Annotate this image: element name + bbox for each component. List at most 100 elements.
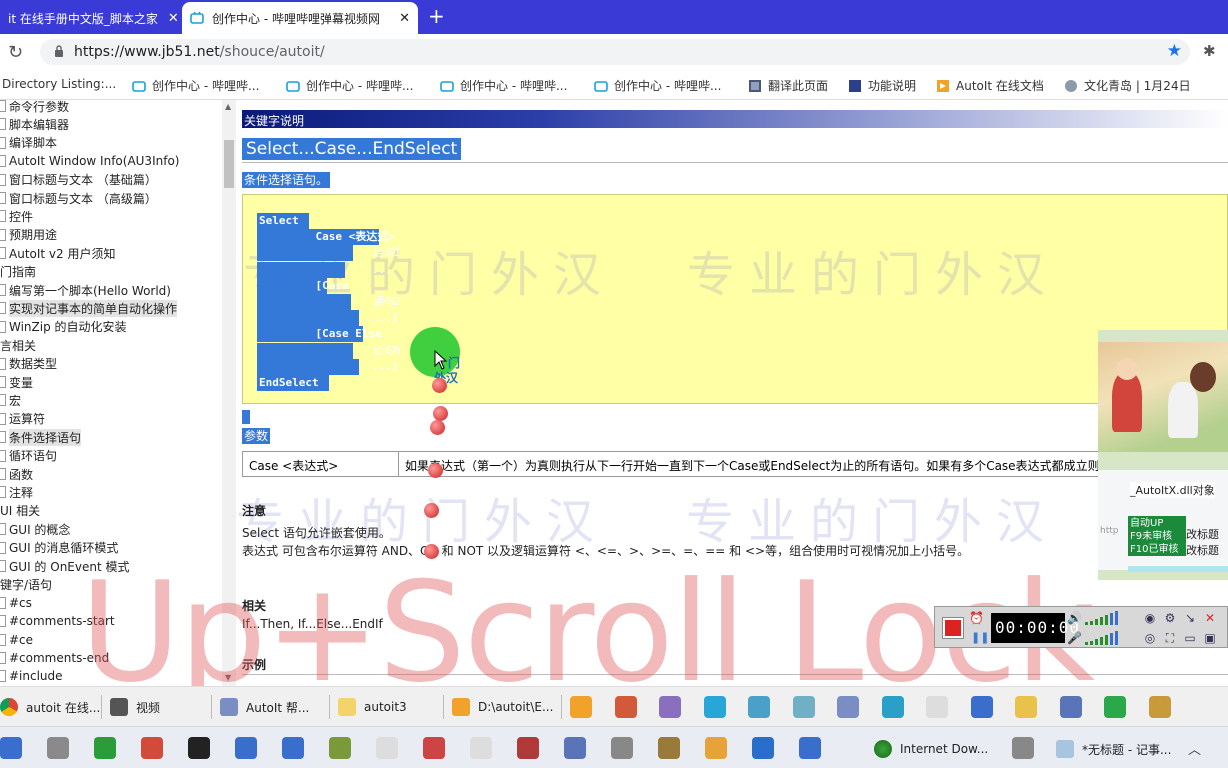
sidebar-item[interactable]: 运算符 xyxy=(0,410,45,428)
sidebar-item[interactable]: #ce xyxy=(0,631,33,649)
rename-title-button[interactable]: 改标题 xyxy=(1186,542,1228,558)
speaker-volume-meter[interactable] xyxy=(1085,611,1118,625)
sidebar-item[interactable]: 编写第一个脚本(Hello World) xyxy=(0,281,171,299)
sidebar-item[interactable]: 门指南 xyxy=(0,263,36,281)
pinned-app-icon[interactable] xyxy=(470,737,492,759)
sidebar-item[interactable]: 注释 xyxy=(0,483,33,501)
bookmark-feature-desc[interactable]: 功能说明 xyxy=(848,77,916,94)
pinned-app-icon[interactable] xyxy=(376,737,398,759)
mic-volume-meter[interactable] xyxy=(1085,631,1118,645)
pinned-app-icon[interactable] xyxy=(570,696,592,718)
taskbar-notepad[interactable]: *无标题 - 记事... xyxy=(1056,733,1176,765)
sidebar-item[interactable]: UI 相关 xyxy=(0,502,40,520)
sidebar-item[interactable]: 数据类型 xyxy=(0,355,57,373)
bookmark-star-icon[interactable]: ★ xyxy=(1167,41,1182,61)
tab-close-icon[interactable]: ✕ xyxy=(158,11,178,26)
pinned-app-icon[interactable] xyxy=(614,696,637,718)
record-stop-button[interactable] xyxy=(942,617,964,639)
pinned-app-icon[interactable] xyxy=(1059,696,1082,718)
sidebar-item[interactable]: 宏 xyxy=(0,391,21,409)
pinned-app-icon[interactable] xyxy=(881,696,904,718)
pinned-app-icon[interactable] xyxy=(705,737,727,759)
tab-bilibili-creator[interactable]: 创作中心 - 哔哩哔哩弹幕视频网 ✕ xyxy=(182,2,418,34)
settings-icon[interactable]: ⚙ xyxy=(1163,611,1177,625)
address-bar[interactable]: https://www.jb51.net/shouce/autoit/ ★ xyxy=(40,39,1190,65)
sidebar-item[interactable]: AutoIt v2 用户须知 xyxy=(0,244,115,262)
taskbar-internet-download[interactable]: Internet Dow... xyxy=(874,733,998,765)
pinned-app-icon[interactable] xyxy=(423,737,445,759)
pinned-app-icon[interactable] xyxy=(1015,696,1037,718)
bookmark-creator-3[interactable]: 创作中心 - 哔哩哔... xyxy=(440,77,567,94)
pinned-app-icon[interactable] xyxy=(47,737,69,759)
taskbar-folder-autoit3[interactable]: autoit3 xyxy=(338,691,444,723)
pinned-app-icon[interactable] xyxy=(837,696,859,718)
rename-title-button[interactable]: 改标题 xyxy=(1186,526,1228,542)
arrow-icon[interactable]: ↘ xyxy=(1183,611,1197,625)
bookmark-creator-2[interactable]: 创作中心 - 哔哩哔... xyxy=(286,77,413,94)
pinned-app-icon[interactable] xyxy=(188,737,210,759)
tray-expand-icon[interactable]: ︿ xyxy=(1188,739,1201,758)
pinned-app-icon[interactable] xyxy=(235,737,257,759)
fullscreen-icon[interactable]: ⛶ xyxy=(1163,631,1177,645)
pinned-app-icon[interactable] xyxy=(658,737,680,759)
bookmark-autoit-docs[interactable]: AutoIt 在线文档 xyxy=(936,77,1044,94)
sidebar-item[interactable]: 窗口标题与文本 （高级篇） xyxy=(0,189,157,207)
pinned-app-icon[interactable] xyxy=(1104,696,1126,718)
sidebar-item[interactable]: 实现对记事本的简单自动化操作 xyxy=(0,299,178,317)
sidebar-item[interactable]: 命令行参数 xyxy=(0,100,69,115)
sidebar-item[interactable]: AutoIt Window Info(AU3Info) xyxy=(0,152,179,170)
bookmark-creator-4[interactable]: 创作中心 - 哔哩哔... xyxy=(594,77,721,94)
pinned-app-icon[interactable] xyxy=(282,737,304,759)
pinned-app-icon[interactable] xyxy=(517,737,539,759)
pinned-app-icon[interactable] xyxy=(0,737,22,759)
sidebar-item[interactable]: 编译脚本 xyxy=(0,134,57,152)
microphone-icon[interactable]: 🎤 xyxy=(1067,631,1082,645)
window-icon[interactable]: ▭ xyxy=(1183,631,1197,645)
tab-close-icon[interactable]: ✕ xyxy=(389,11,410,26)
sidebar-item[interactable]: #include xyxy=(0,667,63,685)
pinned-app-icon[interactable] xyxy=(564,737,586,759)
reload-icon[interactable]: ↻ xyxy=(8,42,23,63)
pinned-app-icon[interactable] xyxy=(141,737,163,759)
pinned-app-icon[interactable] xyxy=(748,696,770,718)
sidebar-item[interactable]: GUI 的概念 xyxy=(0,520,70,538)
pinned-app-icon[interactable] xyxy=(329,737,351,759)
extensions-icon[interactable]: ✱ xyxy=(1203,42,1216,60)
sidebar-item[interactable]: 函数 xyxy=(0,465,33,483)
monitor-icon[interactable]: ▣ xyxy=(1203,631,1217,645)
scrollbar-thumb[interactable] xyxy=(224,140,234,188)
sidebar-item[interactable]: 控件 xyxy=(0,207,33,225)
pinned-app-icon[interactable] xyxy=(752,737,774,759)
sidebar-item[interactable]: #cs xyxy=(0,594,32,612)
sidebar-item[interactable]: 言相关 xyxy=(0,336,36,354)
pinned-app-icon[interactable] xyxy=(970,696,993,718)
pinned-app-icon[interactable] xyxy=(703,696,726,718)
camera-icon[interactable]: ◉ xyxy=(1143,611,1157,625)
sidebar-item[interactable]: 循环语句 xyxy=(0,447,57,465)
bookmark-culture-qingdao[interactable]: 文化青岛 | 1月24日 xyxy=(1064,77,1191,94)
pinned-app-icon[interactable] xyxy=(659,696,681,718)
sidebar-item[interactable]: 预期用途 xyxy=(0,226,57,244)
webcam-icon[interactable]: ◎ xyxy=(1143,631,1157,645)
taskbar-autoit-editor[interactable]: D:\autoit\E... xyxy=(452,691,562,723)
pinned-app-icon[interactable] xyxy=(1012,737,1034,759)
taskbar-autoit-help[interactable]: AutoIt 帮... xyxy=(220,691,330,723)
pinned-app-icon[interactable] xyxy=(792,696,815,718)
bookmark-directory-listing[interactable]: Directory Listing:... xyxy=(2,77,116,91)
pinned-app-icon[interactable] xyxy=(1148,696,1171,718)
sidebar-item[interactable]: 变量 xyxy=(0,373,33,391)
new-tab-button[interactable]: + xyxy=(428,5,445,27)
sidebar-item[interactable]: 脚本编辑器 xyxy=(0,115,69,133)
sidebar-item[interactable]: WinZip 的自动化安装 xyxy=(0,318,127,336)
close-icon[interactable]: ✕ xyxy=(1203,611,1217,625)
sidebar-item[interactable]: 窗口标题与文本 （基础篇） xyxy=(0,171,157,189)
pinned-app-icon[interactable] xyxy=(799,737,821,759)
tab-autoit-manual[interactable]: it 在线手册中文版_脚本之家 ✕ xyxy=(0,2,178,34)
sidebar-item[interactable]: 条件选择语句 xyxy=(0,428,82,446)
taskbar-video[interactable]: 视频 xyxy=(110,691,212,723)
bookmark-translate[interactable]: 翻译此页面 xyxy=(748,77,828,94)
scroll-up-icon[interactable]: ▲ xyxy=(225,102,231,111)
speaker-icon[interactable]: 🔊 xyxy=(1067,611,1082,625)
alarm-clock-icon[interactable]: ⏰ xyxy=(969,611,984,625)
pinned-app-icon[interactable] xyxy=(94,737,116,759)
